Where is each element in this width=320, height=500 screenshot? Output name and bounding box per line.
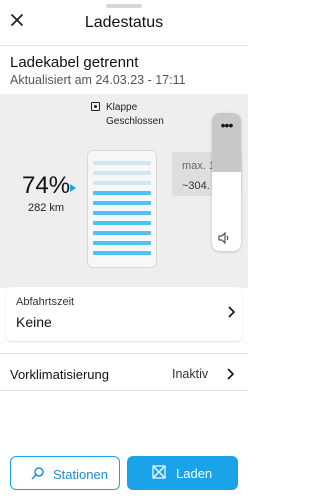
section-divider (0, 390, 248, 391)
battery-bar (93, 181, 151, 185)
flap-icon (91, 102, 100, 111)
range-value: 282 km (28, 202, 65, 214)
search-icon (31, 466, 45, 480)
battery-bar (93, 201, 151, 205)
departure-time-card[interactable]: Abfahrtszeit Keine (6, 287, 242, 341)
battery-graphic (87, 150, 157, 268)
flap-state: Geschlossen (106, 116, 164, 127)
soc-indicator-icon (70, 184, 76, 192)
battery-bar (93, 221, 151, 225)
battery-bar (93, 251, 151, 255)
section-divider (0, 353, 248, 354)
battery-bar (93, 171, 151, 175)
battery-bar (93, 241, 151, 245)
battery-bar (93, 191, 151, 195)
charging-status: Ladekabel getrennt (10, 54, 139, 71)
departure-time-value: Keine (16, 314, 52, 330)
flap-label: Klappe (106, 102, 138, 113)
updated-timestamp: Aktualisiert am 24.03.23 - 17:11 (10, 73, 186, 87)
stations-button[interactable]: Stationen (10, 456, 120, 490)
state-of-charge: 74% (22, 172, 71, 199)
max-range-value: ~304. (182, 180, 210, 192)
chevron-right-icon[interactable] (226, 368, 235, 383)
battery-bar (93, 211, 151, 215)
charge-button[interactable]: Laden (127, 456, 238, 490)
header: Ladestatus (0, 8, 248, 44)
battery-bar (93, 161, 151, 165)
more-icon[interactable]: ••• (212, 117, 241, 133)
stations-button-label: Stationen (53, 467, 108, 482)
preconditioning-label[interactable]: Vorklimatisierung (10, 367, 109, 382)
battery-bar (93, 231, 151, 235)
page-title: Ladestatus (84, 14, 164, 31)
charge-button-label: Laden (176, 466, 213, 481)
departure-time-label: Abfahrtszeit (16, 296, 75, 308)
chevron-right-icon (227, 306, 236, 321)
header-divider (0, 45, 248, 46)
preconditioning-value: Inaktiv (172, 367, 209, 381)
charge-icon (152, 465, 166, 479)
speaker-icon[interactable] (218, 231, 232, 245)
